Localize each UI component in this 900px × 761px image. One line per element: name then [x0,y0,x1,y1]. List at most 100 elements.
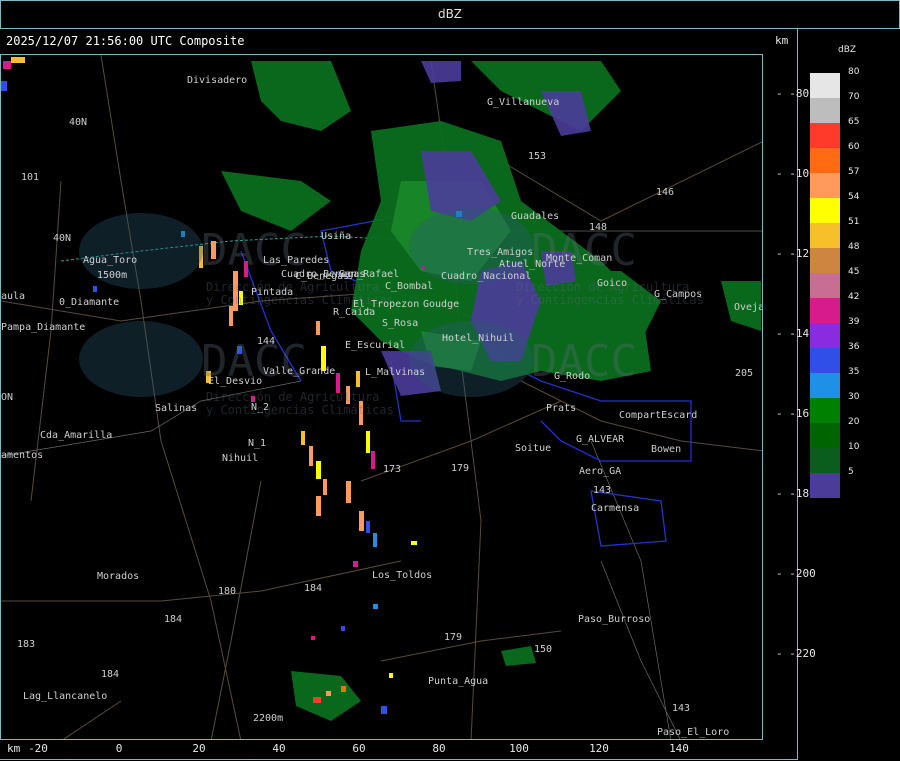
place-label: 0_Diamante [59,297,119,308]
place-label: Bowen [651,444,681,455]
legend-swatch [810,448,840,473]
place-label: 2200m [253,713,283,724]
place-label: 179 [451,463,469,474]
place-label: G_Campos [654,289,702,300]
place-label: R_Caida [333,307,375,318]
x-tick-label: 120 [589,742,609,755]
place-label: Ovejas [734,302,763,313]
legend-label: 42 [848,292,860,302]
y-tick-label: - -80 [776,87,810,100]
radar-map-canvas: DACC DACC DACC DACC Dirección de Agricul… [1,55,763,739]
x-tick-label: 80 [432,742,446,755]
place-label: Agua_Toro [83,255,137,266]
place-label: Cda_Amarilla [40,430,112,441]
place-label: 40N [53,233,71,244]
legend-label: 51 [848,217,860,227]
legend-swatch [810,198,840,223]
place-label: Los_Toldos [372,570,432,581]
legend-swatch [810,248,840,273]
legend-swatch [810,148,840,173]
place-label: 150 [534,644,552,655]
place-label: C_Bombal [385,281,433,292]
place-label: 184 [101,669,119,680]
x-tick-label: 0 [115,742,123,755]
place-label: Prats [546,403,576,414]
title-bar: dBZ [0,0,900,29]
place-label: N_2 [251,402,269,413]
x-tick-label: 60 [352,742,366,755]
legend-swatch [810,398,840,423]
place-label: Pintada [251,287,293,298]
legend-label: 80 [848,67,860,77]
x-tick-label: -20 [28,742,48,755]
legend-swatch [810,348,840,373]
legend-swatch [810,123,840,148]
legend-swatch [810,373,840,398]
place-label: Tres_Amigos [467,247,533,258]
place-label: Usiña [321,231,351,242]
legend-label: 5 [848,467,854,477]
place-label: Cuadro_Benegas [281,269,365,280]
place-label: 143 [672,703,690,714]
place-label: Goudge [423,299,459,310]
place-label: G_ALVEAR [576,434,625,445]
watermark-line2: y Contingencias Climáticas [206,403,394,417]
legend-title: dBZ [838,45,857,55]
legend-label: 39 [848,317,860,327]
place-label: Nihuil [222,453,258,464]
legend-swatch [810,298,840,323]
place-label: Soitue [515,443,551,454]
legend-label: 45 [848,267,860,277]
place-label: 184 [164,614,182,625]
legend-label: 70 [848,92,860,102]
legend-label: 20 [848,417,860,427]
place-label: G_Villanueva [487,97,559,108]
place-label: G_Rodo [554,371,590,382]
place-label: 101 [21,172,39,183]
timestamp-header: 2025/12/07 21:56:00 UTC Composite [6,34,245,48]
place-label: amentos [1,450,43,461]
legend-swatch [810,323,840,348]
window-title: dBZ [437,7,463,21]
place-label: Guadales [511,211,559,222]
place-label: CompartEscard [619,410,697,421]
place-label: Monte_Coman [546,253,612,264]
place-label: Pampa_Diamante [1,322,85,333]
place-label: 146 [656,187,674,198]
x-tick-label: 140 [669,742,689,755]
place-label: Las_Paredes [263,255,329,266]
x-tick-label: 40 [272,742,286,755]
y-tick-label: - -200 [776,567,816,580]
legend-label: 30 [848,392,860,402]
radar-map[interactable]: DACC DACC DACC DACC Dirección de Agricul… [0,54,763,740]
legend-swatch [810,273,840,298]
km-label-bottom: km [7,742,21,755]
legend-label: 10 [848,442,860,452]
place-label: Valle_Grande [263,366,335,377]
legend-label: 65 [848,117,860,127]
km-label-top: km [775,34,789,47]
legend-swatch [810,223,840,248]
place-label: 148 [589,222,607,233]
place-label: 179 [444,632,462,643]
place-label: 153 [528,151,546,162]
legend-label: 57 [848,167,860,177]
legend-swatch [810,98,840,123]
legend-swatch [810,173,840,198]
place-label: aula [1,291,25,302]
place-label: Punta_Agua [428,676,488,687]
place-label: Paso_Burroso [578,614,650,625]
place-label: Carmensa [591,503,639,514]
place-label: Morados [97,571,139,582]
x-tick-label: 20 [192,742,206,755]
place-label: 144 [257,336,275,347]
place-label: ON [1,392,13,403]
legend-label: 54 [848,192,860,202]
place-label: 143 [593,485,611,496]
place-label: 40N [69,117,87,128]
color-legend: 80 70 65 60 57 54 51 48 45 42 39 36 35 30 20 10 5 [810,67,859,498]
place-label: N_1 [248,438,266,449]
place-label: Lag_Llancanelo [23,691,107,702]
place-label: Divisadero [187,75,247,86]
place-label: 1500m [97,270,127,281]
